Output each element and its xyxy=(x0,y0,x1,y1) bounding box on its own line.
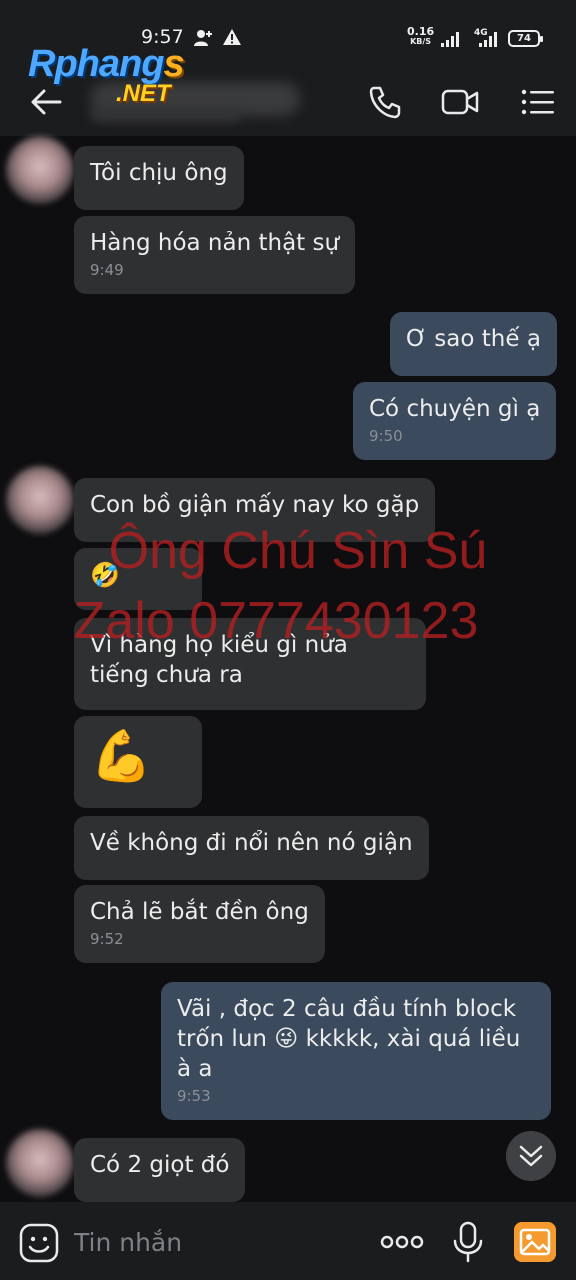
message-text: Con bồ giận mấy nay ko gặp xyxy=(90,492,420,518)
warning-icon xyxy=(223,29,241,45)
signal-strength-icon-2 xyxy=(479,32,497,47)
contact-status-blurred xyxy=(90,108,240,122)
message-input-bar xyxy=(0,1202,576,1280)
scroll-to-bottom-button[interactable] xyxy=(506,1131,556,1181)
message-list[interactable]: Tôi chịu ông Hàng hóa nản thật sự 9:49 Ơ… xyxy=(0,136,576,1202)
flexed-biceps-emoji-icon: 💪 xyxy=(90,727,153,785)
message-bubble-received[interactable]: Về không đi nổi nên nó giận xyxy=(74,816,429,880)
message-bubble-received[interactable]: Con bồ giận mấy nay ko gặp xyxy=(74,478,436,542)
phone-icon[interactable] xyxy=(365,82,405,122)
message-bubble-received[interactable]: 💪 xyxy=(74,716,202,808)
watermark-logo-main: Rphangs xyxy=(28,43,185,85)
back-arrow-icon[interactable] xyxy=(26,82,66,122)
message-text: Ơ sao thế ạ xyxy=(406,326,541,352)
watermark-logo-net: .NET xyxy=(116,80,171,107)
message-text: Vì hàng họ kiểu gì nửa tiếng chưa ra xyxy=(90,632,348,688)
watermark-logo-part2: s xyxy=(163,43,184,85)
message-bubble-received[interactable]: 🤣 xyxy=(74,548,202,610)
message-text: Có chuyện gì ạ xyxy=(369,396,541,422)
message-bubble-received[interactable]: Hàng hóa nản thật sự 9:49 xyxy=(74,216,356,294)
avatar[interactable] xyxy=(6,466,74,534)
video-camera-icon[interactable] xyxy=(440,82,480,122)
rofl-emoji-icon: 🤣 xyxy=(90,561,120,589)
menu-list-icon[interactable] xyxy=(518,82,558,122)
more-options-icon[interactable] xyxy=(378,1226,426,1258)
message-bubble-received[interactable]: Vì hàng họ kiểu gì nửa tiếng chưa ra xyxy=(74,618,426,710)
battery-icon: 74 xyxy=(508,30,543,47)
microphone-icon[interactable] xyxy=(450,1220,486,1264)
image-gallery-icon[interactable] xyxy=(514,1222,556,1262)
watermark-logo-part1: Rphang xyxy=(28,43,164,85)
message-text: Chả lẽ bắt đền ông xyxy=(90,899,309,925)
message-timestamp: 9:49 xyxy=(90,261,124,279)
message-timestamp: 9:50 xyxy=(369,427,403,445)
message-bubble-sent[interactable]: Có chuyện gì ạ 9:50 xyxy=(353,382,557,460)
message-text: Vãi , đọc 2 câu đầu tính block trốn lun … xyxy=(177,996,521,1082)
message-bubble-received[interactable]: Tôi chịu ông xyxy=(74,146,244,210)
message-bubble-received[interactable]: Có 2 giọt đó xyxy=(74,1138,246,1202)
signal-strength-icon xyxy=(441,32,459,47)
user-add-icon xyxy=(194,30,212,46)
message-text: Tôi chịu ông xyxy=(90,160,228,186)
message-text: Hàng hóa nản thật sự xyxy=(90,230,340,256)
network-speed: 0.16 KB/S xyxy=(407,26,434,47)
message-bubble-sent[interactable]: Ơ sao thế ạ xyxy=(390,312,557,376)
avatar[interactable] xyxy=(6,1129,74,1197)
message-timestamp: 9:52 xyxy=(90,930,124,948)
message-timestamp: 9:53 xyxy=(177,1087,211,1105)
message-bubble-received[interactable]: Chả lẽ bắt đền ông 9:52 xyxy=(74,885,325,963)
message-bubble-sent[interactable]: Vãi , đọc 2 câu đầu tính block trốn lun … xyxy=(161,982,551,1120)
message-text: Có 2 giọt đó xyxy=(90,1152,230,1178)
message-text: Về không đi nổi nên nó giận xyxy=(90,830,413,856)
message-input[interactable] xyxy=(74,1220,354,1264)
sticker-emoji-icon[interactable] xyxy=(18,1222,60,1264)
network-speed-unit: KB/S xyxy=(410,37,432,46)
watermark-logo: Rphangs .NET xyxy=(28,43,185,107)
avatar[interactable] xyxy=(6,136,74,204)
